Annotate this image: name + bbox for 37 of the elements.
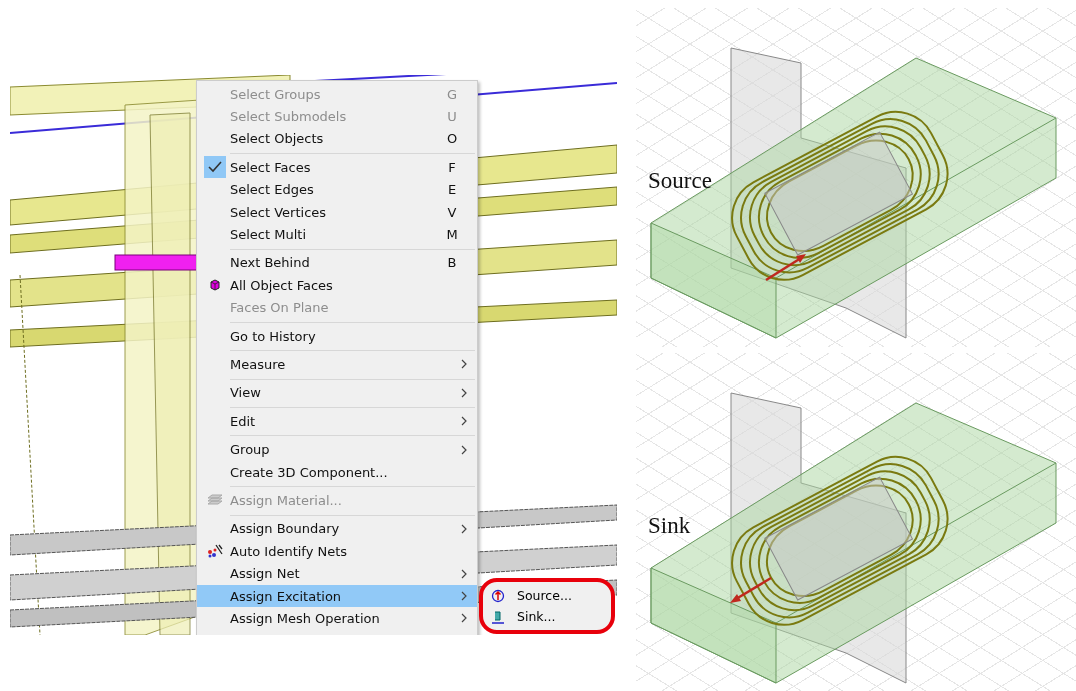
submenu-item[interactable]: Sink... <box>483 606 611 627</box>
menu-item[interactable]: Go to History <box>197 324 477 348</box>
menu-item[interactable]: Select Edges E <box>197 178 477 201</box>
menu-item[interactable]: Next Behind B <box>197 251 477 275</box>
menu-item[interactable]: Create 3D Component... <box>197 460 477 484</box>
chevron-right-icon <box>461 416 467 427</box>
chevron-right-icon <box>461 359 467 370</box>
view-label: Source <box>648 168 712 194</box>
chevron-right-icon <box>461 568 467 579</box>
chevron-right-icon <box>461 523 467 534</box>
menu-item[interactable]: Edit <box>197 410 477 433</box>
submenu-item[interactable]: Source... <box>483 585 611 606</box>
sink-icon <box>491 609 505 624</box>
menu-item[interactable]: All Object Faces <box>197 274 477 297</box>
menu-item[interactable]: Assign Boundary <box>197 517 477 541</box>
arrow-icon <box>765 254 806 282</box>
menu-item[interactable]: View <box>197 381 477 405</box>
cube-icon <box>210 279 220 292</box>
menu-item[interactable]: Select Objects O <box>197 127 477 151</box>
menu-item[interactable]: Group <box>197 438 477 461</box>
layers-icon <box>207 494 223 507</box>
chevron-right-icon <box>461 613 467 624</box>
menu-item[interactable]: Assign Net <box>197 562 477 585</box>
chevron-right-icon <box>461 591 467 601</box>
menu-item[interactable]: Select Vertices V <box>197 200 477 224</box>
menu-item[interactable]: Measure <box>197 353 477 376</box>
menu-item[interactable]: Assign Excitation <box>197 584 477 608</box>
chevron-right-icon <box>461 387 467 398</box>
menu-item[interactable]: Assign Mesh Operation <box>197 607 477 630</box>
arrow-icon <box>730 576 772 603</box>
menu-item[interactable]: Select Multi M <box>197 223 477 246</box>
menu-item[interactable]: Select Faces F <box>197 156 477 179</box>
nets-icon <box>207 544 223 559</box>
view-label: Sink <box>648 512 691 539</box>
menu-item[interactable]: Auto Identify Nets <box>197 540 477 563</box>
source-icon <box>491 588 505 603</box>
chevron-right-icon <box>461 444 467 455</box>
